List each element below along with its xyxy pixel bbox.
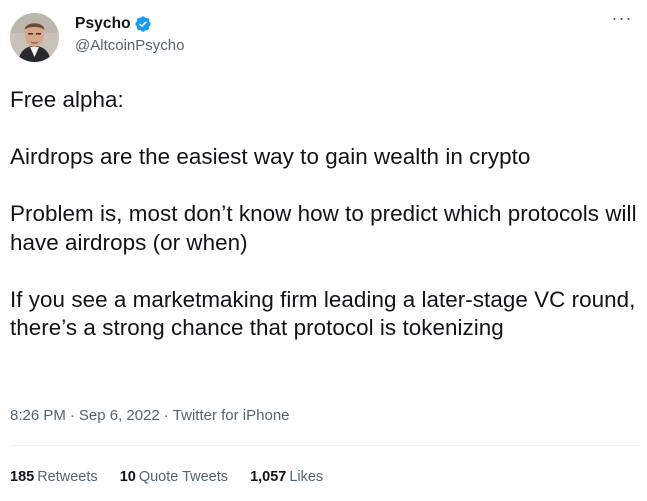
verified-badge-icon	[134, 15, 152, 33]
tweet-text: Free alpha: Airdrops are the easiest way…	[10, 86, 640, 343]
author-block: Psycho @AltcoinPsycho	[75, 14, 184, 54]
quote-tweets-count: 10	[119, 469, 136, 485]
tweet-metadata: 8:26 PM · Sep 6, 2022 · Twitter for iPhone	[10, 407, 290, 424]
more-options-icon[interactable]: ···	[608, 9, 636, 34]
author-handle[interactable]: @AltcoinPsycho	[75, 37, 184, 54]
tweet-date[interactable]: Sep 6, 2022	[79, 407, 160, 424]
tweet-source[interactable]: Twitter for iPhone	[173, 407, 290, 424]
quote-tweets-stat[interactable]: 10 Quote Tweets	[120, 469, 228, 485]
name-row: Psycho	[75, 14, 184, 34]
divider	[10, 445, 640, 446]
quote-tweets-label: Quote Tweets	[138, 469, 229, 485]
tweet-card: Psycho @AltcoinPsycho ··· Free alpha: Ai…	[0, 0, 647, 501]
retweets-label: Retweets	[37, 469, 98, 485]
tweet-time[interactable]: 8:26 PM	[10, 407, 66, 424]
tweet-paragraph: Free alpha:	[10, 87, 124, 112]
likes-stat[interactable]: 1,057 Likes	[250, 469, 323, 485]
engagement-stats: 185 Retweets 10 Quote Tweets 1,057 Likes	[10, 469, 341, 485]
retweets-count: 185	[10, 469, 35, 485]
avatar[interactable]	[10, 13, 59, 62]
tweet-paragraph: Problem is, most don’t know how to predi…	[10, 201, 637, 255]
display-name[interactable]: Psycho	[75, 15, 131, 33]
avatar-image	[10, 13, 59, 62]
retweets-stat[interactable]: 185 Retweets	[10, 469, 98, 485]
likes-label: Likes	[289, 469, 324, 485]
meta-separator: ·	[69, 407, 75, 424]
tweet-paragraph: Airdrops are the easiest way to gain wea…	[10, 144, 531, 169]
likes-count: 1,057	[250, 469, 287, 485]
tweet-paragraph: If you see a marketmaking firm leading a…	[10, 286, 636, 341]
meta-separator: ·	[163, 407, 169, 424]
